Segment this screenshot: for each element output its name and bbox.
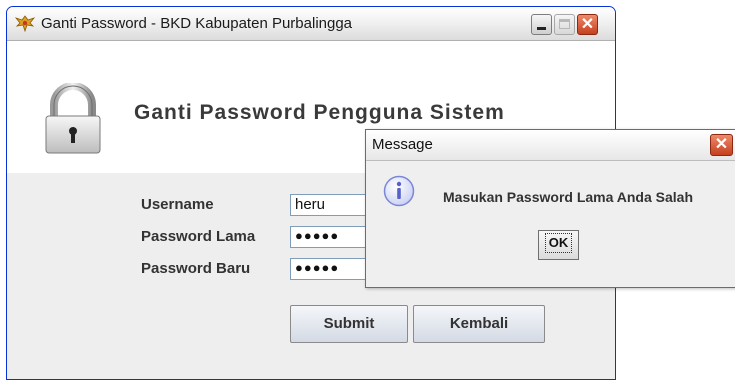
info-icon bbox=[383, 175, 415, 207]
submit-button[interactable]: Submit bbox=[290, 305, 408, 343]
page-title: Ganti Password Pengguna Sistem bbox=[134, 101, 505, 124]
close-button[interactable]: ✕ bbox=[577, 14, 598, 35]
back-button[interactable]: Kembali bbox=[413, 305, 545, 343]
dialog-message: Masukan Password Lama Anda Salah bbox=[443, 189, 694, 205]
ok-button-label: OK bbox=[544, 233, 573, 253]
padlock-icon bbox=[45, 83, 101, 154]
dialog-close-button[interactable]: ✕ bbox=[710, 134, 733, 156]
window-title: Ganti Password - BKD Kabupaten Purbaling… bbox=[41, 15, 353, 32]
title-bar[interactable]: Ganti Password - BKD Kabupaten Purbaling… bbox=[7, 7, 615, 41]
maximize-button[interactable] bbox=[554, 14, 575, 35]
garuda-emblem-icon bbox=[15, 15, 35, 32]
new-password-label: Password Baru bbox=[141, 260, 251, 277]
old-password-label: Password Lama bbox=[141, 228, 256, 245]
dialog-title-bar[interactable]: Message ✕ bbox=[366, 130, 735, 161]
username-label: Username bbox=[141, 196, 214, 213]
message-dialog: Message ✕ Masukan Password Lama Anda Sal… bbox=[365, 129, 735, 288]
dialog-title: Message bbox=[372, 136, 433, 153]
ok-button[interactable]: OK bbox=[538, 230, 579, 260]
minimize-button[interactable] bbox=[531, 14, 552, 35]
